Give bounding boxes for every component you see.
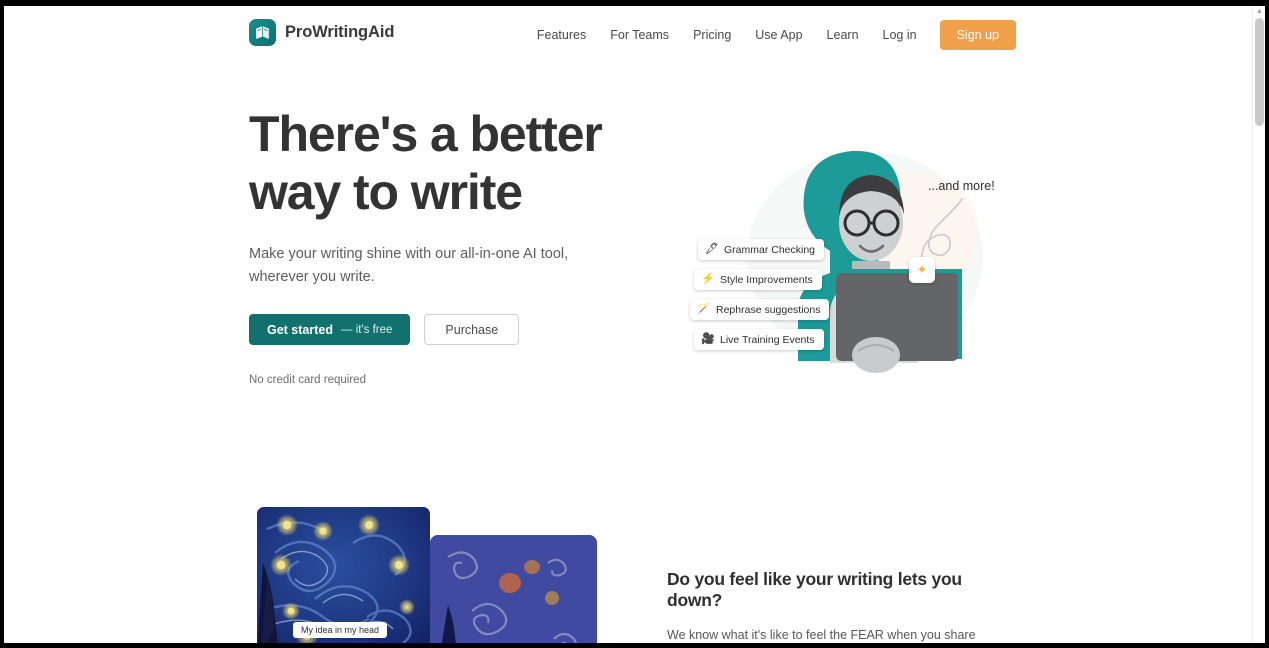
- feature-card-style-improvements: ⚡ Style Improvements: [694, 269, 822, 290]
- get-started-label: Get started: [267, 322, 333, 337]
- quill-pen-icon: 🖋: [705, 243, 719, 255]
- nav-link-learn[interactable]: Learn: [815, 22, 871, 48]
- get-started-note: — it's free: [341, 323, 393, 336]
- browser-window: ProWritingAid Features For Teams Pricing…: [4, 6, 1265, 643]
- feature-card-label: Rephrase suggestions: [716, 303, 821, 316]
- feature-card-rephrase-suggestions: 🪄 Rephrase suggestions: [690, 299, 830, 320]
- purchase-button[interactable]: Purchase: [424, 314, 520, 345]
- logo-text: ProWritingAid: [285, 23, 395, 41]
- feature-card-grammar-checking: 🖋 Grammar Checking: [698, 239, 825, 260]
- feature-card-label: Style Improvements: [720, 273, 813, 286]
- hero-title-line-2: way to write: [249, 164, 523, 220]
- section-body: We know what it's like to feel the FEAR …: [667, 628, 976, 642]
- nav-link-for-teams[interactable]: For Teams: [598, 22, 681, 48]
- hero-title-line-1: There's a better: [249, 106, 603, 162]
- feature-card-live-training-events: 🎥 Live Training Events: [694, 329, 824, 350]
- video-camera-icon: 🎥: [701, 333, 715, 345]
- nav-link-use-app[interactable]: Use App: [743, 22, 814, 48]
- get-started-button[interactable]: Get started — it's free: [249, 314, 411, 345]
- vertical-scrollbar[interactable]: ▲: [1252, 6, 1265, 643]
- prowritingaid-book-icon: [249, 19, 276, 46]
- and-more-annotation: ...and more!: [928, 179, 995, 193]
- site-header: ProWritingAid Features For Teams Pricing…: [4, 6, 1252, 63]
- section-title: Do you feel like your writing lets you d…: [667, 569, 962, 610]
- lightning-bolt-icon: ⚡: [701, 273, 715, 285]
- hero-illustration: 🖋 Grammar Checking ⚡ Style Improvements …: [680, 111, 1020, 391]
- hero-subtitle: Make your writing shine with our all-in-…: [249, 246, 569, 285]
- hero-copy: There's a better way to write Make your …: [249, 105, 649, 289]
- scroll-up-arrow-icon[interactable]: ▲: [1256, 8, 1263, 15]
- sign-up-button[interactable]: Sign up: [939, 19, 1016, 50]
- scrollbar-thumb[interactable]: [1255, 18, 1264, 126]
- feature-card-label: Grammar Checking: [724, 243, 816, 256]
- hero-cta-group: Get started — it's free Purchase: [249, 314, 520, 345]
- page-title: There's a better way to write: [249, 105, 649, 221]
- no-credit-card-note: No credit card required: [249, 374, 366, 386]
- magic-wand-icon: 🪄: [697, 303, 711, 315]
- feature-card-label: Live Training Events: [720, 333, 815, 346]
- flat-starry-night-image: [430, 535, 597, 643]
- main-navigation: Features For Teams Pricing Use App Learn…: [525, 6, 1016, 63]
- nav-link-features[interactable]: Features: [525, 22, 598, 48]
- section-writing-lets-you-down: Do you feel like your writing lets you d…: [667, 569, 1017, 643]
- starry-night-caption: My idea in my head: [293, 622, 388, 638]
- sparkle-icon: ✦: [909, 257, 935, 283]
- nav-link-log-in[interactable]: Log in: [871, 22, 928, 48]
- logo[interactable]: ProWritingAid: [249, 19, 394, 46]
- nav-link-pricing[interactable]: Pricing: [681, 22, 743, 48]
- page-viewport: ProWritingAid Features For Teams Pricing…: [4, 6, 1252, 643]
